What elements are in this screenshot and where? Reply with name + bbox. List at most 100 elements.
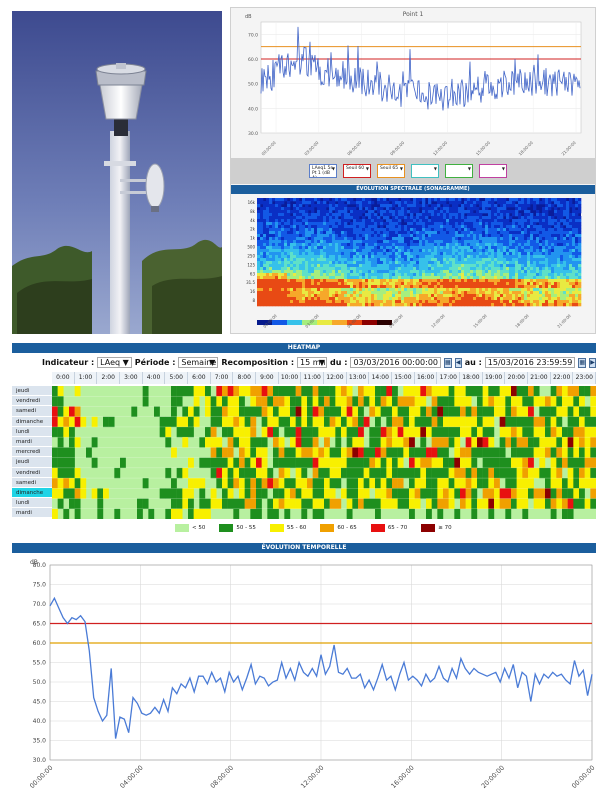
- spectrogram-cell: [257, 228, 261, 232]
- heatmap-cell: [528, 437, 534, 448]
- heatmap-cell: [539, 457, 546, 469]
- spectrogram-cell: [428, 279, 432, 283]
- spectrogram-cell: [557, 279, 561, 283]
- heatmap-cell: [375, 416, 381, 428]
- spectrogram-cell: [308, 213, 312, 217]
- spectrogram-cell: [347, 201, 351, 205]
- spectrogram-cell: [404, 234, 408, 238]
- spectrogram-cell: [329, 276, 333, 280]
- series-selector[interactable]: Seuil 65 ▼: [377, 164, 405, 178]
- spectrogram-cell: [392, 228, 396, 232]
- day-row-label[interactable]: vendredi: [12, 396, 52, 407]
- spectrogram-cell: [533, 207, 537, 211]
- series-selector[interactable]: ▼: [445, 164, 473, 178]
- day-row-label[interactable]: vendredi: [12, 467, 52, 478]
- spectrogram-cell: [401, 207, 405, 211]
- day-row-label[interactable]: mercredi: [12, 447, 52, 458]
- spectrogram-cell: [467, 294, 471, 298]
- spectrogram-cell: [446, 249, 450, 253]
- spectrogram-cell: [554, 297, 558, 301]
- spectrogram-cell: [503, 282, 507, 286]
- spectrogram-cell: [440, 207, 444, 211]
- spectrogram-cell: [488, 288, 492, 292]
- period-select[interactable]: Semaine ▼: [178, 357, 219, 368]
- spectrogram-cell: [569, 291, 573, 295]
- spectrogram-cell: [500, 240, 504, 244]
- spectrogram-cell: [536, 213, 540, 217]
- spectrogram-cell: [446, 234, 450, 238]
- spectrogram-cell: [383, 234, 387, 238]
- spectrogram-cell: [272, 303, 276, 307]
- heatmap-cell: [69, 416, 75, 428]
- day-row-label[interactable]: dimanche: [12, 487, 52, 499]
- spectrogram-cell: [410, 246, 414, 250]
- previous-button[interactable]: ◀: [454, 357, 462, 368]
- calendar-icon[interactable]: ▦: [444, 357, 452, 368]
- spectrogram-cell: [344, 240, 348, 244]
- spectrogram-cell: [566, 255, 570, 259]
- day-row-label[interactable]: mardi: [12, 508, 52, 519]
- heatmap-cell: [590, 478, 596, 489]
- spectrogram-cell: [428, 294, 432, 298]
- spectrogram-cell: [284, 210, 288, 214]
- day-row-label[interactable]: mardi: [12, 436, 52, 448]
- spectrogram-cell: [443, 228, 447, 232]
- spectrogram-cell: [548, 207, 552, 211]
- next-button[interactable]: ▶: [589, 357, 597, 368]
- day-row-label[interactable]: samedi: [12, 477, 52, 488]
- spectrogram-cell: [293, 288, 297, 292]
- spectrogram-cell: [266, 225, 270, 229]
- spectrogram-cell: [518, 288, 522, 292]
- heatmap-cell: [159, 426, 166, 438]
- series-selector[interactable]: ▼: [411, 164, 439, 178]
- from-date-input[interactable]: 03/03/2016 00:00:00: [350, 357, 442, 368]
- heatmap-cell: [244, 416, 251, 428]
- spectrogram-cell: [578, 276, 582, 280]
- heatmap-cell: [273, 508, 279, 519]
- series-selector[interactable]: LAeq1 5s▼Pt 1 (dB A): [309, 164, 337, 178]
- spectrogram-cell: [386, 240, 390, 244]
- spectrogram-cell: [506, 234, 510, 238]
- spectrogram-cell: [524, 273, 528, 277]
- spectrogram-cell: [488, 273, 492, 277]
- heatmap-cell: [318, 447, 325, 458]
- recomposition-select[interactable]: 15 mn ▼: [297, 357, 328, 368]
- series-selector[interactable]: ▼: [479, 164, 507, 178]
- spectrogram-cell: [515, 297, 519, 301]
- day-row-label[interactable]: dimanche: [12, 416, 52, 427]
- spectrogram-cell: [446, 243, 450, 247]
- heatmap-cell: [573, 406, 580, 417]
- day-row-label[interactable]: samedi: [12, 406, 52, 417]
- spectrogram-cell: [341, 258, 345, 262]
- spectrogram-cell: [344, 291, 348, 295]
- spectrogram-cell: [542, 303, 546, 307]
- spectrogram-cell: [284, 231, 288, 235]
- day-row-label[interactable]: lundi: [12, 498, 52, 509]
- heatmap-cell: [244, 488, 251, 499]
- spectrogram-cell: [356, 234, 360, 238]
- heatmap-cell: [516, 478, 523, 489]
- day-row-label[interactable]: lundi: [12, 426, 52, 437]
- spectrogram-cell: [431, 255, 435, 259]
- spectrogram-cell: [491, 210, 495, 214]
- spectrogram-cell: [440, 258, 444, 262]
- calendar-icon[interactable]: ▦: [578, 357, 587, 368]
- spectrogram-cell: [521, 231, 525, 235]
- indicator-select[interactable]: LAeq ▼: [97, 357, 132, 368]
- spectrogram-cell: [479, 231, 483, 235]
- spectrogram-cell: [470, 255, 474, 259]
- spectrogram-cell: [533, 201, 537, 205]
- spectrogram-cell: [272, 243, 276, 247]
- spectrogram-cell: [269, 249, 273, 253]
- spectrogram-cell: [293, 264, 297, 268]
- to-date-input[interactable]: 15/03/2016 23:59:59: [484, 357, 576, 368]
- hour-header-cell: 2:00: [97, 372, 121, 384]
- spectrogram-cell: [458, 261, 462, 265]
- spectrogram-cell: [485, 303, 489, 307]
- spectrogram-cell: [425, 255, 429, 259]
- heatmap-cell: [290, 426, 296, 438]
- day-row-label[interactable]: jeudi: [12, 386, 52, 397]
- day-row-label[interactable]: jeudi: [12, 457, 52, 468]
- series-selector[interactable]: Seuil 60 ▼: [343, 164, 371, 178]
- spectrogram-cell: [548, 303, 552, 307]
